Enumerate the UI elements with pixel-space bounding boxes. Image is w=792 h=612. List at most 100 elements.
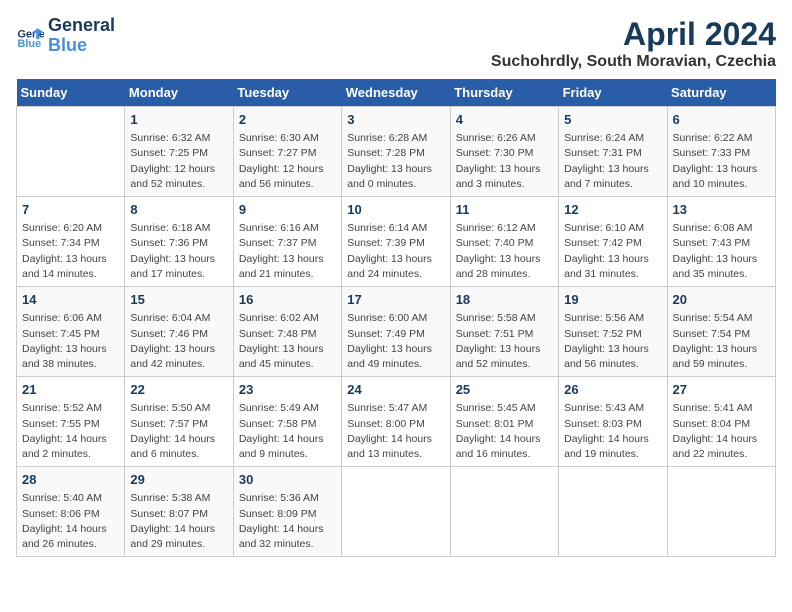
day-info: Sunrise: 5:45 AMSunset: 8:01 PMDaylight:…	[456, 401, 553, 462]
day-number: 19	[564, 291, 661, 309]
calendar-cell: 30 Sunrise: 5:36 AMSunset: 8:09 PMDayligh…	[233, 467, 341, 557]
day-number: 22	[130, 381, 227, 399]
day-info: Sunrise: 6:10 AMSunset: 7:42 PMDaylight:…	[564, 221, 661, 282]
weekday-header-sunday: Sunday	[17, 79, 125, 107]
day-info: Sunrise: 5:50 AMSunset: 7:57 PMDaylight:…	[130, 401, 227, 462]
day-number: 9	[239, 201, 336, 219]
day-number: 1	[130, 111, 227, 129]
calendar-cell: 9 Sunrise: 6:16 AMSunset: 7:37 PMDaylight…	[233, 197, 341, 287]
day-info: Sunrise: 6:00 AMSunset: 7:49 PMDaylight:…	[347, 311, 444, 372]
weekday-header-friday: Friday	[559, 79, 667, 107]
weekday-header-thursday: Thursday	[450, 79, 558, 107]
day-number: 30	[239, 471, 336, 489]
weekday-header-wednesday: Wednesday	[342, 79, 450, 107]
day-info: Sunrise: 6:26 AMSunset: 7:30 PMDaylight:…	[456, 131, 553, 192]
calendar-table: SundayMondayTuesdayWednesdayThursdayFrid…	[16, 79, 776, 557]
calendar-body: 1 Sunrise: 6:32 AMSunset: 7:25 PMDaylight…	[17, 107, 776, 557]
day-info: Sunrise: 6:30 AMSunset: 7:27 PMDaylight:…	[239, 131, 336, 192]
calendar-cell: 2 Sunrise: 6:30 AMSunset: 7:27 PMDaylight…	[233, 107, 341, 197]
calendar-cell: 26 Sunrise: 5:43 AMSunset: 8:03 PMDayligh…	[559, 377, 667, 467]
calendar-cell: 12 Sunrise: 6:10 AMSunset: 7:42 PMDayligh…	[559, 197, 667, 287]
subtitle: Suchohrdly, South Moravian, Czechia	[491, 53, 776, 71]
day-info: Sunrise: 6:08 AMSunset: 7:43 PMDaylight:…	[673, 221, 770, 282]
day-info: Sunrise: 6:06 AMSunset: 7:45 PMDaylight:…	[22, 311, 119, 372]
day-number: 27	[673, 381, 770, 399]
calendar-cell: 11 Sunrise: 6:12 AMSunset: 7:40 PMDayligh…	[450, 197, 558, 287]
day-number: 20	[673, 291, 770, 309]
day-info: Sunrise: 6:32 AMSunset: 7:25 PMDaylight:…	[130, 131, 227, 192]
day-info: Sunrise: 5:54 AMSunset: 7:54 PMDaylight:…	[673, 311, 770, 372]
calendar-cell: 21 Sunrise: 5:52 AMSunset: 7:55 PMDayligh…	[17, 377, 125, 467]
day-info: Sunrise: 6:24 AMSunset: 7:31 PMDaylight:…	[564, 131, 661, 192]
day-info: Sunrise: 6:22 AMSunset: 7:33 PMDaylight:…	[673, 131, 770, 192]
calendar-cell	[342, 467, 450, 557]
day-info: Sunrise: 5:36 AMSunset: 8:09 PMDaylight:…	[239, 491, 336, 552]
calendar-week-4: 21 Sunrise: 5:52 AMSunset: 7:55 PMDayligh…	[17, 377, 776, 467]
day-number: 11	[456, 201, 553, 219]
svg-text:Blue: Blue	[18, 38, 42, 50]
calendar-cell: 27 Sunrise: 5:41 AMSunset: 8:04 PMDayligh…	[667, 377, 775, 467]
day-info: Sunrise: 5:56 AMSunset: 7:52 PMDaylight:…	[564, 311, 661, 372]
day-number: 26	[564, 381, 661, 399]
day-number: 29	[130, 471, 227, 489]
day-number: 13	[673, 201, 770, 219]
day-info: Sunrise: 5:52 AMSunset: 7:55 PMDaylight:…	[22, 401, 119, 462]
calendar-cell: 4 Sunrise: 6:26 AMSunset: 7:30 PMDaylight…	[450, 107, 558, 197]
weekday-header-row: SundayMondayTuesdayWednesdayThursdayFrid…	[17, 79, 776, 107]
day-number: 21	[22, 381, 119, 399]
day-number: 5	[564, 111, 661, 129]
day-info: Sunrise: 5:40 AMSunset: 8:06 PMDaylight:…	[22, 491, 119, 552]
day-number: 6	[673, 111, 770, 129]
day-info: Sunrise: 5:58 AMSunset: 7:51 PMDaylight:…	[456, 311, 553, 372]
calendar-cell: 16Sunrise: 6:02 AMSunset: 7:48 PMDayligh…	[233, 287, 341, 377]
weekday-header-saturday: Saturday	[667, 79, 775, 107]
day-number: 3	[347, 111, 444, 129]
day-info: Sunrise: 5:41 AMSunset: 8:04 PMDaylight:…	[673, 401, 770, 462]
day-number: 12	[564, 201, 661, 219]
day-number: 7	[22, 201, 119, 219]
calendar-cell	[559, 467, 667, 557]
calendar-week-5: 28Sunrise: 5:40 AMSunset: 8:06 PMDayligh…	[17, 467, 776, 557]
calendar-cell: 22 Sunrise: 5:50 AMSunset: 7:57 PMDayligh…	[125, 377, 233, 467]
title-block: April 2024 Suchohrdly, South Moravian, C…	[491, 16, 776, 71]
calendar-cell	[450, 467, 558, 557]
day-number: 10	[347, 201, 444, 219]
header: General Blue General Blue April 2024 Suc…	[16, 16, 776, 71]
calendar-cell: 5 Sunrise: 6:24 AMSunset: 7:31 PMDaylight…	[559, 107, 667, 197]
day-info: Sunrise: 6:12 AMSunset: 7:40 PMDaylight:…	[456, 221, 553, 282]
day-number: 18	[456, 291, 553, 309]
calendar-cell: 10 Sunrise: 6:14 AMSunset: 7:39 PMDayligh…	[342, 197, 450, 287]
day-info: Sunrise: 6:02 AMSunset: 7:48 PMDaylight:…	[239, 311, 336, 372]
calendar-cell: 8 Sunrise: 6:18 AMSunset: 7:36 PMDaylight…	[125, 197, 233, 287]
day-number: 24	[347, 381, 444, 399]
weekday-header-monday: Monday	[125, 79, 233, 107]
day-info: Sunrise: 6:18 AMSunset: 7:36 PMDaylight:…	[130, 221, 227, 282]
logo: General Blue General Blue	[16, 16, 115, 56]
calendar-cell: 24 Sunrise: 5:47 AMSunset: 8:00 PMDayligh…	[342, 377, 450, 467]
calendar-cell: 17 Sunrise: 6:00 AMSunset: 7:49 PMDayligh…	[342, 287, 450, 377]
calendar-cell: 3Sunrise: 6:28 AMSunset: 7:28 PMDaylight…	[342, 107, 450, 197]
calendar-cell: 7 Sunrise: 6:20 AMSunset: 7:34 PMDaylight…	[17, 197, 125, 287]
day-info: Sunrise: 6:16 AMSunset: 7:37 PMDaylight:…	[239, 221, 336, 282]
calendar-cell: 25 Sunrise: 5:45 AMSunset: 8:01 PMDayligh…	[450, 377, 558, 467]
day-number: 23	[239, 381, 336, 399]
calendar-cell: 19 Sunrise: 5:56 AMSunset: 7:52 PMDayligh…	[559, 287, 667, 377]
day-info: Sunrise: 5:38 AMSunset: 8:07 PMDaylight:…	[130, 491, 227, 552]
calendar-cell: 1 Sunrise: 6:32 AMSunset: 7:25 PMDaylight…	[125, 107, 233, 197]
day-number: 17	[347, 291, 444, 309]
day-info: Sunrise: 5:47 AMSunset: 8:00 PMDaylight:…	[347, 401, 444, 462]
main-title: April 2024	[491, 16, 776, 53]
calendar-cell	[17, 107, 125, 197]
day-number: 8	[130, 201, 227, 219]
day-number: 2	[239, 111, 336, 129]
day-number: 4	[456, 111, 553, 129]
logo-icon: General Blue	[16, 22, 44, 50]
day-number: 15	[130, 291, 227, 309]
day-info: Sunrise: 5:43 AMSunset: 8:03 PMDaylight:…	[564, 401, 661, 462]
day-number: 25	[456, 381, 553, 399]
day-info: Sunrise: 6:20 AMSunset: 7:34 PMDaylight:…	[22, 221, 119, 282]
day-number: 14	[22, 291, 119, 309]
calendar-cell: 29 Sunrise: 5:38 AMSunset: 8:07 PMDayligh…	[125, 467, 233, 557]
day-info: Sunrise: 6:14 AMSunset: 7:39 PMDaylight:…	[347, 221, 444, 282]
calendar-cell: 15Sunrise: 6:04 AMSunset: 7:46 PMDayligh…	[125, 287, 233, 377]
